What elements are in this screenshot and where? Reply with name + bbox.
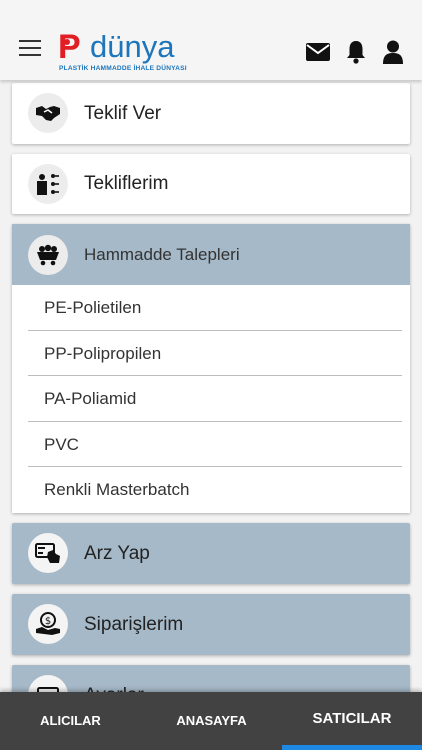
subitem-pe-polietilen[interactable]: PE-Polietilen	[28, 285, 402, 331]
menu-item-label: Tekliflerim	[84, 173, 169, 194]
menu-icon[interactable]	[19, 40, 41, 56]
bottom-tab-bar: ALICILAR ANASAYFA SATICILAR	[0, 692, 422, 750]
app-logo: P dünya PLASTİK HAMMADDE İHALE DÜNYASI	[58, 28, 203, 74]
subitem-pvc[interactable]: PVC	[28, 422, 402, 468]
cart-icon	[28, 235, 68, 275]
menu-item-teklif-ver[interactable]: Teklif Ver	[12, 83, 410, 144]
menu-item-label: Hammadde Talepleri	[84, 245, 240, 264]
app-bar: P dünya PLASTİK HAMMADDE İHALE DÜNYASI	[0, 0, 422, 80]
bell-icon[interactable]	[346, 40, 366, 69]
handshake-icon	[28, 93, 68, 133]
tab-alicilar[interactable]: ALICILAR	[0, 692, 141, 750]
menu-item-siparislerim[interactable]: $ Siparişlerim	[12, 594, 410, 655]
hammadde-talepleri-section: Hammadde Talepleri PE-Polietilen PP-Poli…	[12, 224, 410, 513]
user-icon[interactable]	[383, 40, 403, 69]
mail-icon[interactable]	[306, 43, 330, 66]
menu-item-hammadde-talepleri[interactable]: Hammadde Talepleri	[12, 224, 410, 285]
tab-anasayfa[interactable]: ANASAYFA	[141, 692, 282, 750]
menu-item-label: Arz Yap	[84, 543, 150, 564]
tab-saticilar[interactable]: SATICILAR	[282, 692, 422, 750]
menu-item-ayarlar[interactable]: Ayarlar	[12, 665, 410, 692]
presenter-icon	[28, 164, 68, 204]
menu-list: Teklif Ver Tekliflerim Hammadde Talepler…	[0, 80, 422, 692]
menu-item-label: Ayarlar	[84, 665, 144, 692]
subitem-pa-poliamid[interactable]: PA-Poliamid	[28, 376, 402, 422]
subitem-renkli-masterbatch[interactable]: Renkli Masterbatch	[28, 467, 402, 513]
menu-item-label: Siparişlerim	[84, 614, 184, 635]
menu-item-label: Teklif Ver	[84, 103, 162, 124]
active-tab-indicator	[282, 745, 422, 750]
logo-tagline: PLASTİK HAMMADDE İHALE DÜNYASI	[59, 65, 187, 72]
card-hand-icon	[28, 533, 68, 573]
logo-dot	[64, 39, 70, 45]
logo-wordmark: dünya	[90, 29, 175, 64]
menu-item-arz-yap[interactable]: Arz Yap	[12, 523, 410, 584]
subitem-pp-polipropilen[interactable]: PP-Polipropilen	[28, 331, 402, 377]
menu-item-tekliflerim[interactable]: Tekliflerim	[12, 154, 410, 214]
logo-mark: P	[58, 28, 81, 66]
settings-card-icon	[28, 675, 68, 692]
money-hand-icon: $	[28, 604, 68, 644]
svg-text:$: $	[45, 616, 51, 627]
